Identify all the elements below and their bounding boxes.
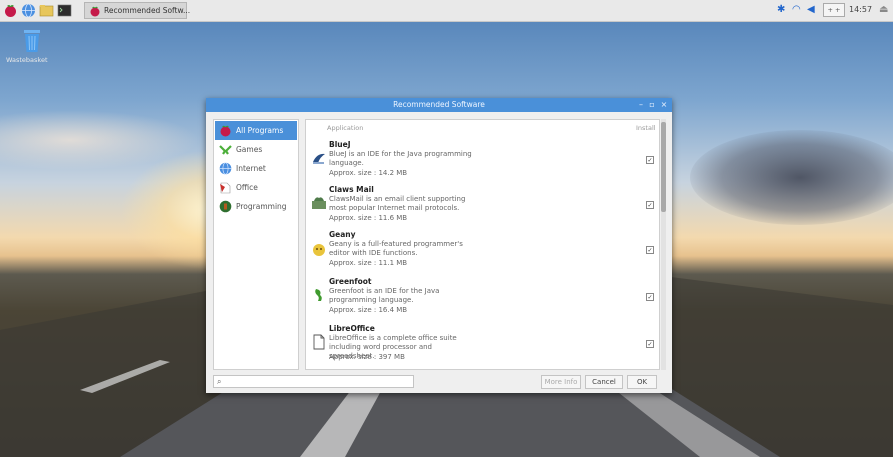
category-label: Games <box>236 145 263 154</box>
clock[interactable]: 14:57 <box>849 5 872 14</box>
category-all-programs[interactable]: All Programs <box>215 121 297 140</box>
list-item[interactable]: Geany Geany is a full-featured programme… <box>306 230 654 276</box>
taskbar: Recommended Softw... ✱ ◠ ◀ + + 14:57 ⏏ <box>0 0 893 22</box>
install-checkbox[interactable]: ✓ <box>646 340 654 348</box>
category-label: Programming <box>236 202 287 211</box>
category-label: Internet <box>236 164 266 173</box>
bluej-icon <box>313 153 325 164</box>
list-item[interactable]: LibreOffice LibreOffice is a complete of… <box>306 324 654 369</box>
greenfoot-icon <box>315 289 322 301</box>
terminal-icon[interactable] <box>57 3 72 18</box>
category-office[interactable]: Office <box>215 178 297 197</box>
column-header-application[interactable]: Application <box>327 124 363 132</box>
install-checkbox[interactable]: ✓ <box>646 246 654 254</box>
app-description: ClawsMail is an email client supporting … <box>329 195 466 212</box>
taskbar-window-button[interactable]: Recommended Softw... <box>84 2 191 19</box>
cpu-monitor[interactable]: + + <box>823 3 845 17</box>
dialog-titlebar[interactable]: Recommended Software – ▫ × <box>206 98 672 112</box>
wastebasket-icon[interactable] <box>22 27 42 53</box>
raspberry-icon <box>90 6 100 17</box>
app-name: Greenfoot <box>329 277 372 286</box>
list-item[interactable]: BlueJ BlueJ is an IDE for the Java progr… <box>306 140 654 186</box>
category-label: All Programs <box>236 126 284 135</box>
category-games[interactable]: Games <box>215 140 297 159</box>
dialog-title: Recommended Software <box>393 100 485 109</box>
search-icon: ⌕ <box>217 377 222 386</box>
install-checkbox[interactable]: ✓ <box>646 156 654 164</box>
geany-icon <box>313 244 325 256</box>
minimize-button[interactable]: – <box>636 99 646 111</box>
list-item[interactable]: Greenfoot Greenfoot is an IDE for the Ja… <box>306 277 654 323</box>
app-name: BlueJ <box>329 140 351 149</box>
app-size: Approx. size : 11.6 MB <box>329 214 408 222</box>
list-item[interactable]: Claws Mail ClawsMail is an email client … <box>306 185 654 231</box>
app-description: Greenfoot is an IDE for the Java program… <box>329 287 440 304</box>
claws-mail-icon <box>312 197 326 209</box>
games-icon <box>219 145 232 155</box>
search-input[interactable]: ⌕ <box>213 375 414 388</box>
file-manager-icon[interactable] <box>39 3 54 18</box>
app-name: Geany <box>329 230 356 239</box>
raspberry-icon <box>220 125 231 137</box>
programming-icon <box>219 200 232 213</box>
app-name: LibreOffice <box>329 324 375 333</box>
category-internet[interactable]: Internet <box>215 159 297 178</box>
maximize-button[interactable]: ▫ <box>647 99 657 111</box>
ok-button[interactable]: OK <box>627 375 657 389</box>
eject-icon[interactable]: ⏏ <box>879 4 888 15</box>
list-scrollbar[interactable] <box>661 119 666 370</box>
category-label: Office <box>236 183 258 192</box>
bluetooth-icon[interactable]: ✱ <box>777 4 785 15</box>
app-description: BlueJ is an IDE for the Java programming… <box>329 150 472 167</box>
libreoffice-icon <box>313 334 325 350</box>
raspberry-menu-icon[interactable] <box>3 3 18 18</box>
app-size: Approx. size : 11.1 MB <box>329 259 408 267</box>
wifi-icon[interactable]: ◠ <box>792 4 801 15</box>
install-checkbox[interactable]: ✓ <box>646 293 654 301</box>
scrollbar-thumb[interactable] <box>661 122 666 212</box>
volume-icon[interactable]: ◀ <box>807 4 815 15</box>
category-programming[interactable]: Programming <box>215 197 297 216</box>
taskbar-window-label: Recommended Softw... <box>104 6 191 15</box>
app-name: Claws Mail <box>329 185 374 194</box>
application-list: Application Install BlueJ BlueJ is an ID… <box>305 119 660 370</box>
cancel-button[interactable]: Cancel <box>585 375 623 389</box>
more-info-button[interactable]: More Info <box>541 375 581 389</box>
office-icon <box>220 182 231 194</box>
install-checkbox[interactable]: ✓ <box>646 201 654 209</box>
app-description: Geany is a full-featured programmer's ed… <box>329 240 463 257</box>
close-button[interactable]: × <box>659 99 669 111</box>
recommended-software-dialog: Recommended Software – ▫ × All Programs … <box>206 98 672 393</box>
app-size: Approx. size : 16.4 MB <box>329 306 408 314</box>
category-sidebar: All Programs Games Internet Office Progr… <box>213 119 299 370</box>
globe-icon <box>219 162 232 175</box>
app-size: Approx. size : 14.2 MB <box>329 169 408 177</box>
app-size: Approx. size : 397 MB <box>329 353 405 361</box>
wastebasket-label: Wastebasket <box>6 56 48 64</box>
column-header-install[interactable]: Install <box>636 124 656 132</box>
web-browser-icon[interactable] <box>21 3 36 18</box>
